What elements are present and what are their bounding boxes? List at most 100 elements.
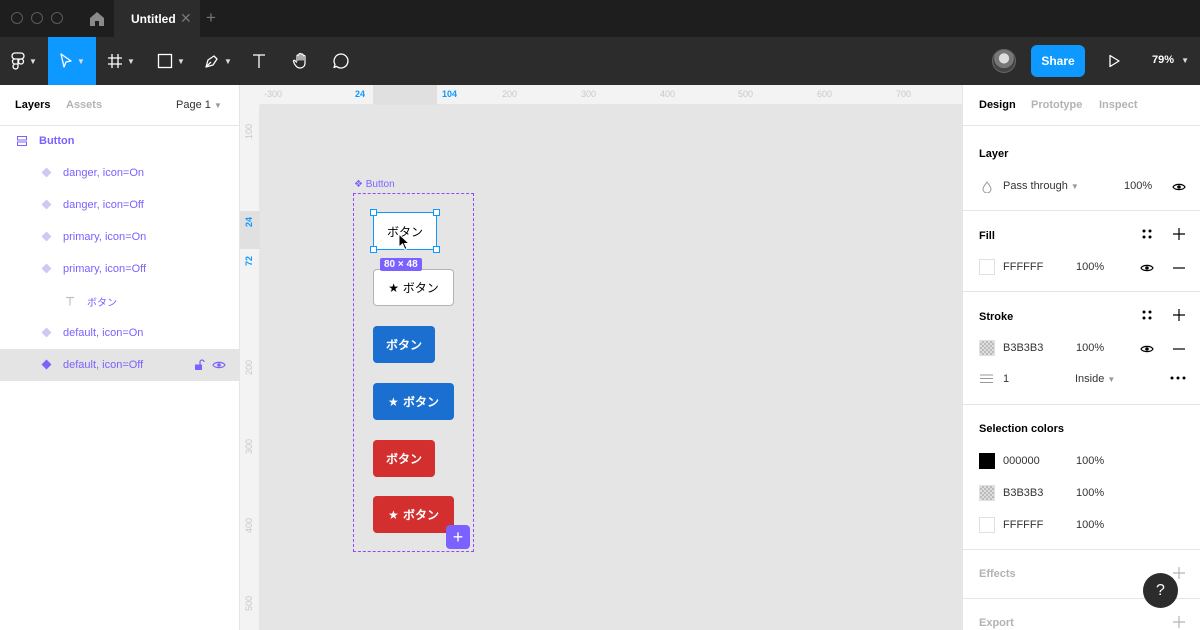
layer-item-variant[interactable]: primary, icon=On bbox=[0, 221, 239, 253]
window-minimize-dot[interactable] bbox=[31, 12, 43, 24]
frame-hash-icon bbox=[108, 54, 123, 68]
button-label: ★ ボタン bbox=[388, 281, 439, 295]
section-title: Stroke bbox=[979, 311, 1014, 323]
ruler-tick: 104 bbox=[442, 89, 458, 99]
add-icon[interactable] bbox=[1173, 228, 1185, 240]
user-avatar[interactable] bbox=[992, 49, 1016, 73]
fill-opacity[interactable]: 100% bbox=[1076, 261, 1104, 273]
stroke-position-select[interactable]: Inside ▼ bbox=[1075, 373, 1115, 385]
tab-inspect[interactable]: Inspect bbox=[1099, 99, 1138, 111]
layer-item-text[interactable]: ボタン bbox=[0, 285, 239, 317]
tab-prototype[interactable]: Prototype bbox=[1031, 99, 1082, 111]
layer-item-variant[interactable]: danger, icon=On bbox=[0, 157, 239, 189]
move-tool-button[interactable]: ▼ bbox=[48, 37, 96, 85]
button-label: ★ ボタン bbox=[388, 508, 439, 522]
present-play-icon[interactable] bbox=[1107, 54, 1121, 68]
button-default-icon[interactable]: ★ ボタン bbox=[373, 269, 454, 306]
eye-icon[interactable] bbox=[1140, 263, 1154, 273]
selection-color-opacity[interactable]: 100% bbox=[1076, 487, 1104, 499]
home-icon[interactable] bbox=[88, 10, 106, 28]
component-set-label[interactable]: ❖ Button bbox=[354, 179, 395, 190]
zoom-menu[interactable]: 79% ▼ bbox=[1152, 54, 1189, 66]
layer-item-variant[interactable]: primary, icon=Off bbox=[0, 253, 239, 285]
fill-color-swatch[interactable] bbox=[979, 259, 995, 275]
page-selector[interactable]: Page 1 ▼ bbox=[176, 99, 222, 111]
selection-color-swatch[interactable] bbox=[979, 517, 995, 533]
hand-tool-button[interactable] bbox=[287, 37, 315, 85]
blend-drop-icon bbox=[982, 181, 992, 193]
frame-tool-button[interactable]: ▼ bbox=[100, 37, 142, 85]
selection-color-opacity[interactable]: 100% bbox=[1076, 519, 1104, 531]
unlock-icon[interactable] bbox=[194, 359, 205, 371]
layer-item-button-set[interactable]: Button bbox=[0, 125, 239, 157]
tab-design[interactable]: Design bbox=[979, 99, 1016, 111]
rectangle-icon bbox=[157, 53, 173, 69]
component-icon: ❖ bbox=[354, 179, 363, 190]
comment-tool-button[interactable] bbox=[327, 37, 355, 85]
selection-color-hex[interactable]: FFFFFF bbox=[1003, 519, 1043, 531]
selection-color-hex[interactable]: 000000 bbox=[1003, 455, 1040, 467]
button-danger-icon[interactable]: ★ ボタン bbox=[373, 496, 454, 533]
component-set-name: Button bbox=[365, 179, 395, 190]
main-menu-button[interactable]: ▼ bbox=[0, 37, 48, 85]
resize-handle[interactable] bbox=[370, 246, 377, 253]
chevron-down-icon: ▼ bbox=[1181, 56, 1190, 65]
pen-tool-button[interactable]: ▼ bbox=[197, 37, 239, 85]
layer-item-variant[interactable]: danger, icon=Off bbox=[0, 189, 239, 221]
ruler-tick: 24 bbox=[355, 89, 366, 99]
ruler-tick: 400 bbox=[244, 517, 254, 533]
layer-opacity[interactable]: 100% bbox=[1124, 180, 1152, 192]
text-tool-button[interactable] bbox=[245, 37, 273, 85]
add-variant-button[interactable]: + bbox=[446, 525, 470, 549]
window-close-dot[interactable] bbox=[11, 12, 23, 24]
style-grid-icon[interactable] bbox=[1142, 310, 1152, 320]
chevron-down-icon: ▼ bbox=[177, 56, 185, 66]
eye-icon[interactable] bbox=[1172, 182, 1186, 192]
stroke-opacity[interactable]: 100% bbox=[1076, 342, 1104, 354]
add-icon[interactable] bbox=[1173, 616, 1185, 628]
button-primary-no-icon[interactable]: ボタン bbox=[373, 326, 435, 363]
share-button[interactable]: Share bbox=[1031, 45, 1085, 77]
tab-close-icon[interactable]: ✕ bbox=[180, 10, 192, 27]
ruler-selection-highlight bbox=[373, 85, 437, 105]
ruler-tick: 400 bbox=[660, 89, 676, 99]
resize-handle[interactable] bbox=[433, 209, 440, 216]
chevron-down-icon: ▼ bbox=[213, 101, 222, 110]
new-tab-icon[interactable]: + bbox=[206, 8, 216, 28]
canvas[interactable]: -300 24 104 200 300 400 500 600 700 100 … bbox=[240, 85, 962, 630]
selection-color-hex[interactable]: B3B3B3 bbox=[1003, 487, 1043, 499]
resize-handle[interactable] bbox=[433, 246, 440, 253]
stroke-color-swatch[interactable] bbox=[979, 340, 995, 356]
selection-color-swatch[interactable] bbox=[979, 453, 995, 469]
button-danger-no-icon[interactable]: ボタン bbox=[373, 440, 435, 477]
tab-assets[interactable]: Assets bbox=[66, 99, 102, 111]
selection-color-opacity[interactable]: 100% bbox=[1076, 455, 1104, 467]
help-button[interactable]: ? bbox=[1143, 573, 1178, 608]
window-zoom-dot[interactable] bbox=[51, 12, 63, 24]
chevron-down-icon: ▼ bbox=[77, 56, 85, 66]
fill-section: Fill FFFFFF 100% bbox=[963, 211, 1200, 292]
button-primary-icon[interactable]: ★ ボタン bbox=[373, 383, 454, 420]
file-tab[interactable]: Untitled ✕ bbox=[114, 0, 200, 37]
remove-icon[interactable] bbox=[1173, 348, 1185, 350]
title-bar: Untitled ✕ + bbox=[0, 0, 1200, 37]
stroke-hex[interactable]: B3B3B3 bbox=[1003, 342, 1043, 354]
resize-handle[interactable] bbox=[370, 209, 377, 216]
style-grid-icon[interactable] bbox=[1142, 229, 1152, 239]
eye-icon[interactable] bbox=[1140, 344, 1154, 354]
eye-icon[interactable] bbox=[212, 360, 226, 370]
layer-item-variant-selected[interactable]: default, icon=Off bbox=[0, 349, 239, 381]
ruler-tick: 72 bbox=[244, 255, 254, 266]
add-icon[interactable] bbox=[1173, 309, 1185, 321]
shape-tool-button[interactable]: ▼ bbox=[150, 37, 192, 85]
fill-hex[interactable]: FFFFFF bbox=[1003, 261, 1043, 273]
tab-layers[interactable]: Layers bbox=[15, 99, 50, 111]
selection-color-swatch[interactable] bbox=[979, 485, 995, 501]
blend-mode-select[interactable]: Pass through ▼ bbox=[1003, 180, 1079, 192]
more-options-icon[interactable] bbox=[1170, 376, 1186, 380]
add-icon[interactable] bbox=[1173, 567, 1185, 579]
remove-icon[interactable] bbox=[1173, 267, 1185, 269]
variant-diamond-icon bbox=[41, 359, 52, 370]
stroke-weight[interactable]: 1 bbox=[1003, 373, 1009, 385]
layer-item-variant[interactable]: default, icon=On bbox=[0, 317, 239, 349]
